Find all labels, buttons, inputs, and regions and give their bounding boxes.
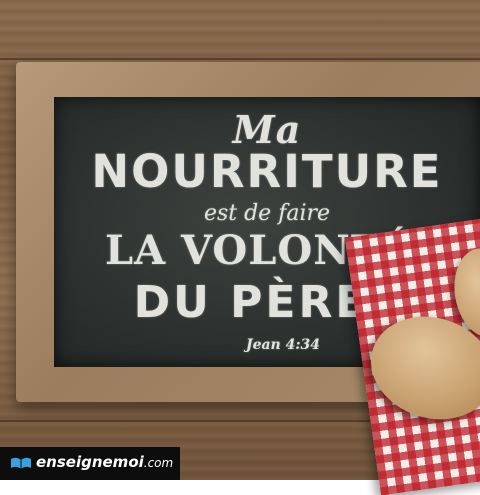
watermark-logo[interactable]: enseignemoi.com: [0, 447, 180, 480]
watermark-name: enseignemoi: [36, 453, 144, 471]
bible-reference: Jean 4:34: [245, 337, 320, 353]
chalk-line-est-de-faire: est de faire: [203, 201, 331, 226]
chalk-line-nourriture: NOURRITURE: [91, 145, 443, 198]
watermark-suffix: .com: [143, 456, 174, 470]
book-icon: [11, 457, 31, 469]
watermark-text: enseignemoi.com: [36, 453, 173, 471]
plank-seam: [0, 58, 480, 60]
